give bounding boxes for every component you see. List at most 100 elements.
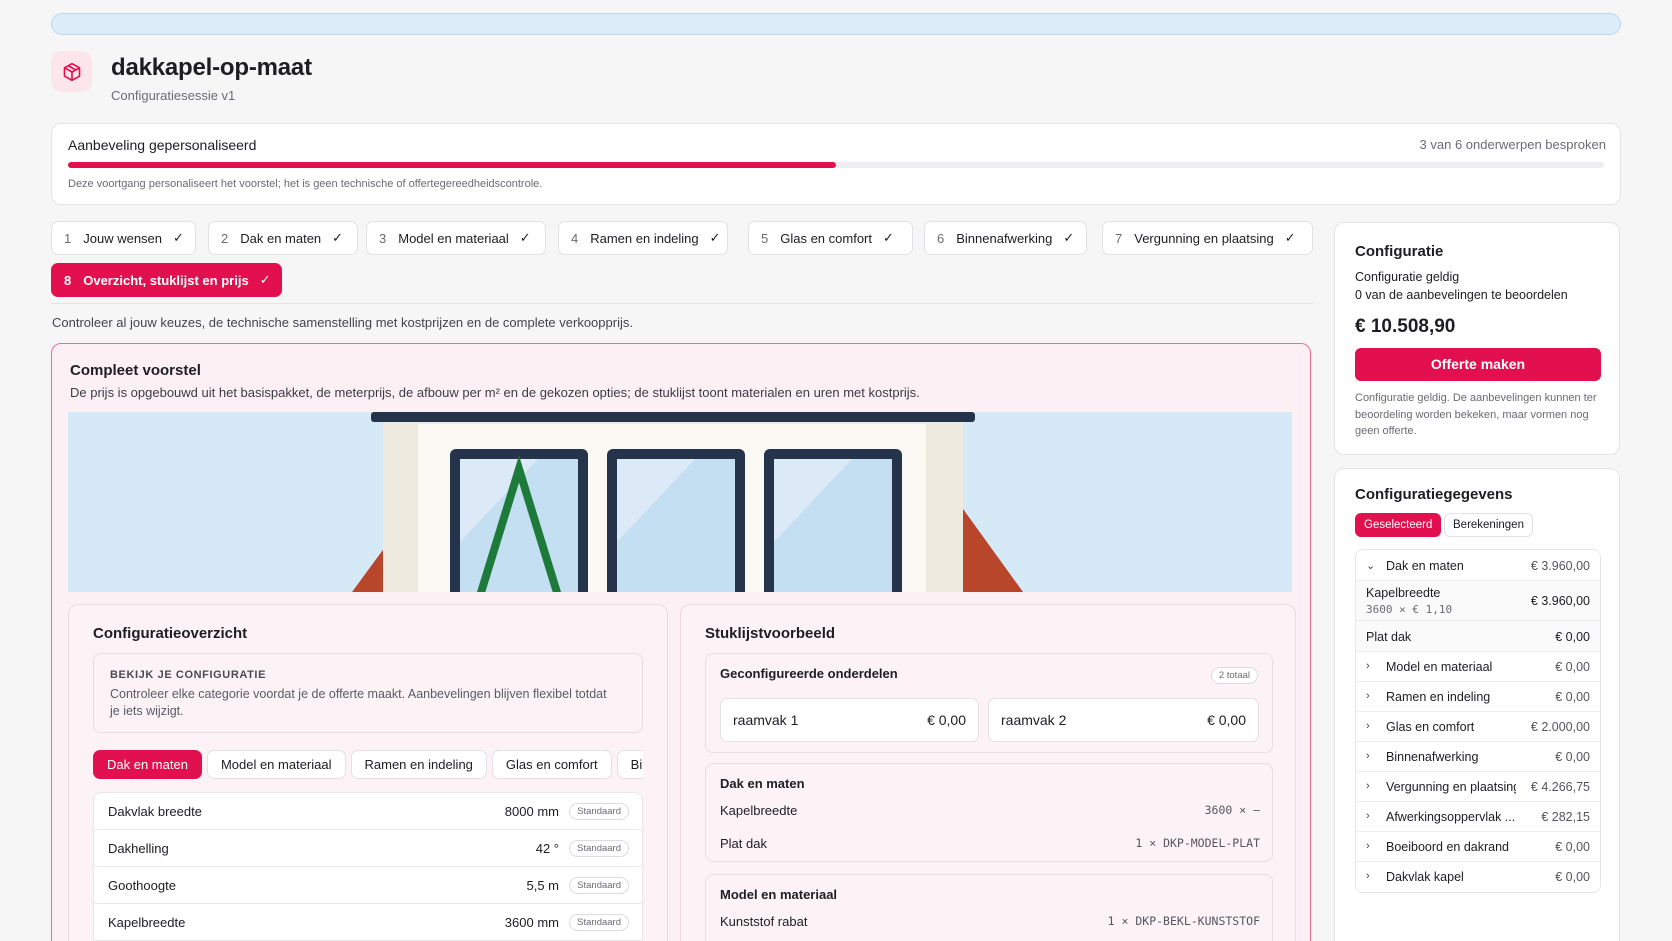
detail-value: € 0,00 xyxy=(1555,660,1590,674)
window-1 xyxy=(450,449,588,592)
step-tab-3[interactable]: 3 Model en materiaal ✓ xyxy=(366,221,546,255)
part-item[interactable]: raamvak 1 € 0,00 xyxy=(720,698,979,742)
bom-group-title: Model en materiaal xyxy=(720,887,838,902)
configured-parts-card: Geconfigureerde onderdelen 2 totaal raam… xyxy=(705,653,1273,753)
bom-group-dak-en-maten: Dak en maten Kapelbreedte 3600 × — Plat d… xyxy=(705,763,1273,862)
dormer-roof-edge xyxy=(371,412,975,422)
detail-row[interactable]: › Afwerkingsoppervlak ... € 282,15 xyxy=(1356,802,1600,832)
row-label: Dakhelling xyxy=(108,841,169,856)
table-row: Dakhelling 42 ° Standaard xyxy=(94,830,642,867)
detail-label: Dakvlak kapel xyxy=(1386,870,1464,884)
step-number: 5 xyxy=(761,230,769,246)
detail-child-row: Kapelbreedte 3600 × € 1,10 € 3.960,00 xyxy=(1356,581,1600,621)
chevron-right-icon: › xyxy=(1366,810,1370,822)
proposal-title: Compleet voorstel xyxy=(70,362,201,379)
step-label: Ramen en indeling xyxy=(590,230,699,246)
details-title: Configuratiegegevens xyxy=(1355,486,1513,503)
step-tab-2[interactable]: 2 Dak en maten ✓ xyxy=(208,221,358,255)
detail-value: € 0,00 xyxy=(1555,630,1590,644)
bom-row: Kunststof rabat 1 × DKP-BEKL-KUNSTSTOF xyxy=(720,914,1260,929)
step-tab-1[interactable]: 1 Jouw wensen ✓ xyxy=(51,221,196,255)
part-price: € 0,00 xyxy=(927,712,966,728)
check-icon: ✓ xyxy=(519,230,531,245)
bom-row-value: 1 × DKP-BEKL-KUNSTSTOF xyxy=(1107,914,1260,928)
step-number: 6 xyxy=(937,230,945,246)
part-label: raamvak 2 xyxy=(1001,712,1067,728)
step-number: 3 xyxy=(379,230,387,246)
detail-child-row: Plat dak € 0,00 xyxy=(1356,621,1600,652)
detail-row[interactable]: › Glas en comfort € 2.000,00 xyxy=(1356,712,1600,742)
category-tab-binnenafwerking[interactable]: Binnenafwerking xyxy=(616,750,643,779)
bom-row-label: Plat dak xyxy=(720,836,767,851)
bom-row: Kapelbreedte 3600 × — xyxy=(720,803,1260,818)
step-number: 1 xyxy=(64,230,72,246)
progress-title: Aanbeveling gepersonaliseerd xyxy=(68,137,257,153)
standard-badge: Standaard xyxy=(569,840,629,857)
detail-row[interactable]: › Binnenafwerking € 0,00 xyxy=(1356,742,1600,772)
summary-title: Configuratie xyxy=(1355,243,1444,260)
standard-badge: Standaard xyxy=(569,803,629,820)
bom-title: Stuklijstvoorbeeld xyxy=(705,625,836,642)
step-label: Overzicht, stuklijst en prijs xyxy=(83,272,249,288)
chevron-right-icon: › xyxy=(1366,720,1370,732)
create-quote-button[interactable]: Offerte maken xyxy=(1355,348,1601,381)
overview-title: Configuratieoverzicht xyxy=(93,625,248,642)
detail-label: Afwerkingsoppervlak ... xyxy=(1386,810,1516,824)
category-tab-glas-en-comfort[interactable]: Glas en comfort xyxy=(491,750,612,779)
table-row: Goothoogte 5,5 m Standaard xyxy=(94,867,642,904)
detail-row[interactable]: › Boeiboord en dakrand € 0,00 xyxy=(1356,832,1600,862)
step-tab-6[interactable]: 6 Binnenafwerking ✓ xyxy=(924,221,1087,255)
detail-label: Vergunning en plaatsing xyxy=(1386,780,1516,794)
category-tab-ramen-en-indeling[interactable]: Ramen en indeling xyxy=(350,750,487,779)
detail-label: Boeiboord en dakrand xyxy=(1386,840,1510,854)
detail-row-expanded[interactable]: ⌄ Dak en maten € 3.960,00 xyxy=(1356,550,1600,581)
chevron-right-icon: › xyxy=(1366,780,1370,792)
window-2 xyxy=(607,449,745,592)
bom-panel: Stuklijstvoorbeeld Geconfigureerde onder… xyxy=(680,604,1296,941)
review-heading: BEKIJK JE CONFIGURATIE xyxy=(110,669,267,681)
detail-value: € 0,00 xyxy=(1555,840,1590,854)
detail-value: € 0,00 xyxy=(1555,750,1590,764)
app-title: dakkapel-op-maat xyxy=(111,54,312,81)
check-icon: ✓ xyxy=(173,230,184,245)
configured-parts-title: Geconfigureerde onderdelen xyxy=(720,666,898,681)
step-label: Binnenafwerking xyxy=(956,230,1053,246)
detail-row[interactable]: › Dakvlak kapel € 0,00 xyxy=(1356,862,1600,892)
detail-label: Binnenafwerking xyxy=(1386,750,1479,764)
progress-count: 3 van 6 onderwerpen besproken xyxy=(1419,137,1606,152)
step-tab-5[interactable]: 5 Glas en comfort ✓ xyxy=(748,221,913,255)
details-list: ⌄ Dak en maten € 3.960,00 Kapelbreedte 3… xyxy=(1355,549,1601,893)
detail-value: € 0,00 xyxy=(1555,690,1590,704)
detail-row[interactable]: › Model en materiaal € 0,00 xyxy=(1356,652,1600,682)
progress-track xyxy=(68,162,1604,168)
check-icon: ✓ xyxy=(332,230,344,245)
category-tabs: Dak en maten Model en materiaal Ramen en i… xyxy=(93,750,643,780)
configuration-overview-panel: Configuratieoverzicht BEKIJK JE CONFIGUR… xyxy=(68,604,668,941)
app-subtitle: Configuratiesessie v1 xyxy=(111,88,236,103)
row-value: 8000 mm xyxy=(504,804,559,819)
window-3 xyxy=(764,449,902,592)
standard-badge: Standaard xyxy=(569,914,629,931)
detail-row[interactable]: › Ramen en indeling € 0,00 xyxy=(1356,682,1600,712)
tab-selected[interactable]: Geselecteerd xyxy=(1355,513,1442,537)
part-price: € 0,00 xyxy=(1207,712,1246,728)
step-label: Glas en comfort xyxy=(780,230,872,246)
row-value: 5,5 m xyxy=(526,878,559,893)
row-label: Dakvlak breedte xyxy=(108,804,202,819)
tab-calculations[interactable]: Berekeningen xyxy=(1444,513,1533,537)
step-tab-8[interactable]: 8 Overzicht, stuklijst en prijs ✓ xyxy=(51,263,282,297)
step-tab-7[interactable]: 7 Vergunning en plaatsing ✓ xyxy=(1102,221,1313,255)
check-icon: ✓ xyxy=(883,230,894,245)
check-icon: ✓ xyxy=(1063,230,1075,245)
progress-note: Deze voortgang personaliseert het voorst… xyxy=(68,178,543,190)
step-tab-4[interactable]: 4 Ramen en indeling ✓ xyxy=(558,221,728,255)
row-value: 42 ° xyxy=(535,841,559,856)
detail-row[interactable]: › Vergunning en plaatsing € 4.266,75 xyxy=(1356,772,1600,802)
step-label: Model en materiaal xyxy=(398,230,509,246)
summary-recommendations: 0 van de aanbevelingen te beoordelen xyxy=(1355,288,1568,302)
category-tab-dak-en-maten[interactable]: Dak en maten xyxy=(93,750,202,779)
category-tab-model-en-materiaal[interactable]: Model en materiaal xyxy=(206,750,346,779)
chevron-down-icon: ⌄ xyxy=(1366,560,1376,572)
part-item[interactable]: raamvak 2 € 0,00 xyxy=(988,698,1259,742)
summary-note: Configuratie geldig. De aanbevelingen ku… xyxy=(1355,392,1597,437)
